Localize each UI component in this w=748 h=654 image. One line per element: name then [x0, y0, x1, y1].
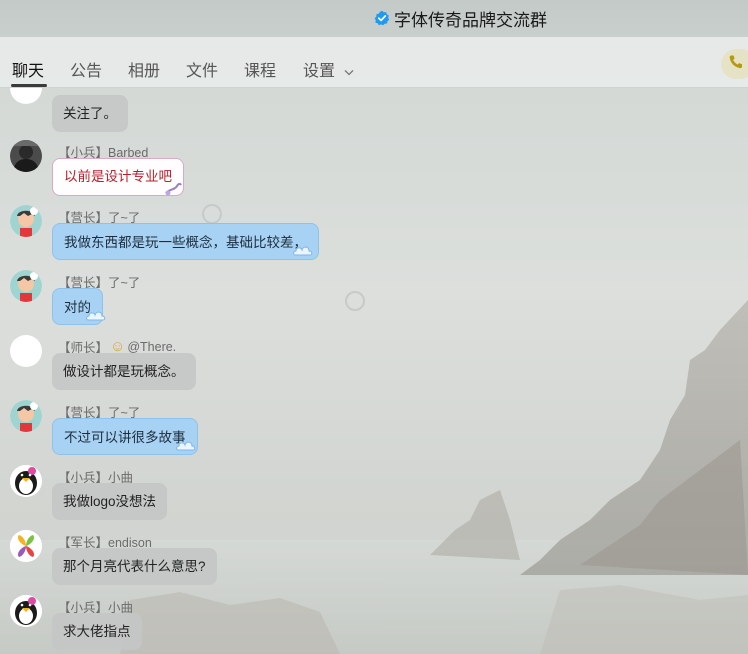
tab-files[interactable]: 文件 [186, 57, 218, 81]
tab-settings[interactable]: 设置 [303, 57, 354, 81]
avatar[interactable] [10, 140, 42, 172]
message-bubble[interactable]: 那个月亮代表什么意思? [52, 548, 217, 585]
message-list[interactable]: 关注了。 【小兵】Barbed 以前是设计专业吧 【营长】了~了 我做东西都是玩… [0, 88, 748, 654]
cloud-decoration-icon [175, 438, 197, 457]
window-titlebar: 字体传奇品牌交流群 [0, 0, 748, 37]
verified-badge-icon [374, 10, 390, 26]
avatar[interactable] [10, 530, 42, 562]
message-bubble[interactable]: 我做东西都是玩一些概念，基础比较差， [52, 223, 319, 260]
active-tab-indicator [11, 84, 47, 87]
tab-bar: 聊天 公告 相册 文件 课程 设置 [0, 37, 748, 88]
voice-call-button[interactable] [721, 49, 748, 79]
phone-icon [728, 54, 744, 75]
message-bubble[interactable]: 做设计都是玩概念。 [52, 353, 196, 390]
cloud-decoration-icon [85, 308, 107, 327]
bubble-decoration-icon [163, 180, 183, 201]
avatar[interactable] [10, 465, 42, 497]
avatar[interactable] [10, 400, 42, 432]
cloud-decoration-icon [292, 243, 314, 262]
group-title: 字体传奇品牌交流群 [374, 6, 547, 30]
message-bubble[interactable]: 关注了。 [52, 95, 128, 132]
sender-nickname: @There. [127, 339, 177, 354]
avatar[interactable] [10, 270, 42, 302]
chevron-down-icon [344, 63, 354, 81]
avatar[interactable] [10, 335, 42, 367]
group-name: 字体传奇品牌交流群 [394, 10, 547, 30]
tab-chat[interactable]: 聊天 [12, 57, 44, 81]
avatar[interactable] [10, 205, 42, 237]
tab-announcements[interactable]: 公告 [70, 57, 102, 81]
avatar[interactable] [10, 595, 42, 627]
tab-settings-label: 设置 [303, 63, 336, 80]
avatar[interactable] [10, 88, 42, 104]
message-bubble[interactable]: 我做logo没想法 [52, 483, 168, 520]
tab-courses[interactable]: 课程 [244, 57, 276, 81]
message-bubble[interactable]: 求大佬指点 [52, 613, 142, 650]
tab-album[interactable]: 相册 [128, 57, 160, 81]
